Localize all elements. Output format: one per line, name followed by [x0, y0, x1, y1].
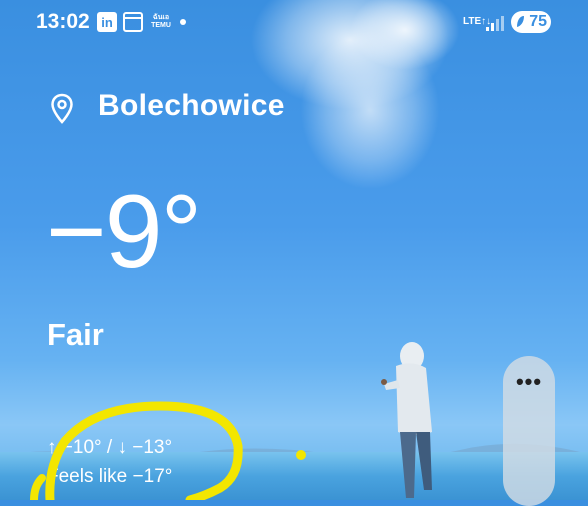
signal-icon	[486, 16, 504, 31]
status-bar: 13:02 in ฉันเอ TEMU LTE ↑↓ 75	[0, 0, 588, 44]
location-pin-icon[interactable]	[50, 93, 74, 125]
notification-dot-icon	[180, 19, 186, 25]
battery-indicator: 75	[511, 11, 551, 33]
calendar-icon	[123, 12, 143, 32]
status-time: 13:02	[36, 10, 90, 33]
location-name[interactable]: Bolechowice	[98, 89, 285, 123]
temu-icon-bottom: TEMU	[151, 22, 171, 29]
temu-icon-top: ฉันเอ	[152, 14, 170, 21]
side-panel-handle[interactable]: •••	[503, 356, 555, 506]
more-options-icon[interactable]: •••	[503, 369, 555, 395]
person-illustration	[381, 342, 432, 498]
linkedin-icon: in	[97, 12, 117, 32]
leaf-icon	[517, 16, 524, 27]
lte-label: LTE	[463, 16, 482, 27]
yellow-dot	[296, 450, 306, 460]
weather-condition: Fair	[47, 317, 104, 352]
temu-icon: ฉันเอ TEMU	[149, 12, 173, 32]
yellow-annotation-scribble	[30, 401, 243, 500]
battery-level: 75	[529, 13, 547, 30]
current-temperature: −9°	[46, 174, 202, 290]
